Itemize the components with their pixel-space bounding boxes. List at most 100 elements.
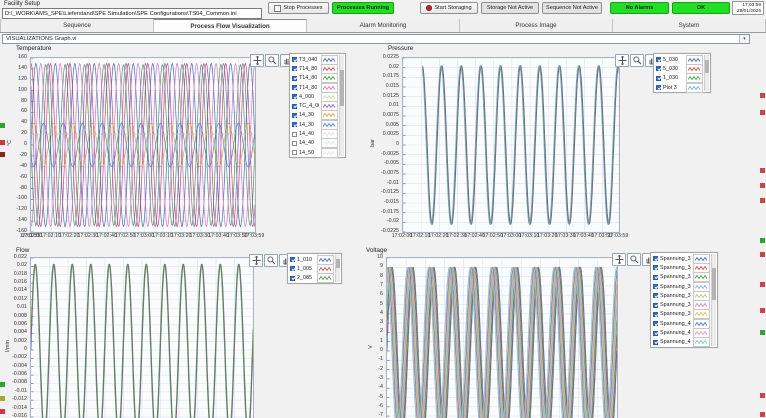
plot-area-flow[interactable] bbox=[30, 257, 254, 418]
legend-item[interactable]: Spannung_39 bbox=[653, 309, 710, 320]
legend-checkbox[interactable] bbox=[656, 57, 661, 63]
legend-checkbox[interactable] bbox=[292, 75, 297, 81]
legend-checkbox[interactable] bbox=[656, 85, 661, 91]
legend-checkbox[interactable] bbox=[292, 112, 297, 118]
legend-scrollbar[interactable] bbox=[339, 55, 344, 157]
tab-alarm-monitoring[interactable]: Alarm Monitoring bbox=[307, 19, 460, 32]
legend-scrollbar[interactable] bbox=[711, 254, 716, 346]
legend-item[interactable]: Spannung_33 bbox=[653, 253, 710, 264]
legend-label: 5_030 bbox=[663, 65, 678, 72]
legend-label: 4_000 bbox=[299, 93, 314, 100]
zoom-tool-button[interactable] bbox=[630, 54, 644, 67]
dropdown-arrow-icon[interactable]: ▾ bbox=[739, 34, 749, 43]
magnifier-icon bbox=[267, 56, 277, 65]
y-tick-label: 60 bbox=[21, 108, 27, 115]
legend-item[interactable]: TC_4_060 bbox=[292, 101, 338, 112]
legend-checkbox[interactable] bbox=[653, 339, 658, 345]
tab-sequence[interactable]: Sequence bbox=[0, 19, 154, 32]
legend-checkbox[interactable] bbox=[656, 66, 661, 72]
legend-scrollbar[interactable] bbox=[335, 255, 340, 282]
plot-area-pressure[interactable] bbox=[402, 57, 620, 233]
legend-checkbox[interactable] bbox=[653, 256, 658, 262]
legend-checkbox[interactable] bbox=[292, 57, 297, 63]
legend-checkbox[interactable] bbox=[290, 266, 295, 272]
cursor-tool-button[interactable] bbox=[249, 254, 263, 267]
legend-checkbox[interactable] bbox=[653, 293, 658, 299]
legend-scrollbar-thumb[interactable] bbox=[712, 267, 716, 300]
cursor-tool-button[interactable] bbox=[250, 54, 264, 67]
legend-item[interactable]: 1_005 bbox=[290, 263, 334, 274]
y-tick-label: 0.01 bbox=[16, 304, 27, 311]
y-tick-label: 0.016 bbox=[13, 279, 27, 286]
legend-item[interactable]: Spannung_38 bbox=[653, 300, 710, 311]
zoom-tool-button[interactable] bbox=[265, 54, 279, 67]
legend-checkbox[interactable] bbox=[292, 66, 297, 72]
legend-checkbox[interactable] bbox=[653, 274, 658, 280]
legend-checkbox[interactable] bbox=[290, 275, 295, 281]
legend-item[interactable]: T14_80 bbox=[292, 82, 338, 93]
cursor-tool-button[interactable] bbox=[615, 54, 629, 67]
tab-system[interactable]: System bbox=[613, 19, 766, 32]
legend-item[interactable]: Spannung_35 bbox=[653, 272, 710, 283]
zoom-tool-button[interactable] bbox=[627, 253, 641, 266]
legend-checkbox[interactable] bbox=[292, 103, 297, 109]
legend-flow: 1_010 1_005 2_085 bbox=[287, 253, 342, 284]
legend-item[interactable]: 5_030 bbox=[656, 54, 703, 65]
legend-checkbox[interactable] bbox=[653, 311, 658, 317]
legend-checkbox[interactable] bbox=[292, 140, 297, 146]
zoom-tool-button[interactable] bbox=[264, 254, 278, 267]
legend-item[interactable]: 5_030 bbox=[656, 63, 703, 74]
legend-checkbox[interactable] bbox=[292, 85, 297, 91]
start-storaging-button[interactable]: Start Storaging bbox=[420, 2, 478, 14]
legend-checkbox[interactable] bbox=[653, 321, 658, 327]
legend-checkbox[interactable] bbox=[653, 302, 658, 308]
legend-item[interactable]: Spannung_37 bbox=[653, 290, 710, 301]
legend-item[interactable]: Spannung_40 bbox=[653, 318, 710, 329]
legend-item[interactable]: T14_80 bbox=[292, 63, 338, 74]
stop-processes-checkbox[interactable] bbox=[274, 4, 282, 12]
legend-item[interactable]: T14_80 bbox=[292, 73, 338, 84]
legend-item[interactable]: Spannung_36 bbox=[653, 281, 710, 292]
legend-item[interactable]: Plot 3 bbox=[656, 82, 703, 93]
legend-item[interactable]: 1_030 bbox=[656, 73, 703, 84]
cursor-tool-button[interactable] bbox=[612, 253, 626, 266]
legend-item[interactable]: T3_040 bbox=[292, 54, 338, 65]
legend-checkbox[interactable] bbox=[292, 150, 297, 156]
legend-checkbox[interactable] bbox=[292, 131, 297, 137]
legend-item[interactable]: Spannung_34 bbox=[653, 262, 710, 273]
legend-checkbox[interactable] bbox=[653, 284, 658, 290]
legend-item[interactable]: 14_40 bbox=[292, 138, 338, 149]
stop-processes-button[interactable]: Stop Processes bbox=[268, 2, 329, 14]
plot-area-voltage[interactable] bbox=[386, 257, 618, 418]
plot-area-temperature[interactable] bbox=[30, 57, 256, 233]
legend-item[interactable]: 1_010 bbox=[290, 254, 334, 265]
legend-scrollbar-thumb[interactable] bbox=[340, 70, 344, 106]
legend-scrollbar-thumb[interactable] bbox=[336, 259, 340, 269]
legend-label: 2_085 bbox=[297, 275, 312, 282]
legend-checkbox[interactable] bbox=[656, 75, 661, 81]
legend-item[interactable]: 14_40 bbox=[292, 129, 338, 140]
legend-item[interactable]: Spannung_42 bbox=[653, 337, 710, 348]
visualization-selector[interactable]: VISUALIZATIONS Graph.vi ▾ bbox=[2, 33, 750, 44]
x-tick-label: 17:02:10 bbox=[40, 233, 61, 239]
legend-checkbox[interactable] bbox=[290, 257, 295, 263]
legend-item[interactable]: 14_30 bbox=[292, 110, 338, 121]
y-tick-label: -0.015 bbox=[383, 199, 399, 205]
tab-process-image[interactable]: Process Image bbox=[460, 19, 613, 32]
processes-running-indicator[interactable]: Processes Running bbox=[332, 2, 394, 14]
legend-checkbox[interactable] bbox=[292, 94, 297, 100]
legend-item[interactable]: 14_50 bbox=[292, 147, 338, 158]
legend-checkbox[interactable] bbox=[292, 122, 297, 128]
facility-path-input[interactable] bbox=[2, 8, 262, 19]
legend-scrollbar[interactable] bbox=[704, 55, 709, 92]
legend-item[interactable]: Spannung_41 bbox=[653, 328, 710, 339]
tab-process-flow-visualization[interactable]: Process Flow Visualization bbox=[154, 19, 307, 32]
legend-item[interactable]: 2_085 bbox=[290, 273, 334, 284]
legend-item[interactable]: 14_30 bbox=[292, 119, 338, 130]
legend-checkbox[interactable] bbox=[653, 265, 658, 271]
legend-item[interactable]: 4_000 bbox=[292, 91, 338, 102]
legend-scrollbar-thumb[interactable] bbox=[705, 60, 709, 74]
legend-checkbox[interactable] bbox=[653, 330, 658, 336]
clock-date: 28/01/2026 bbox=[736, 8, 761, 14]
legend-label: 1_005 bbox=[297, 265, 312, 272]
